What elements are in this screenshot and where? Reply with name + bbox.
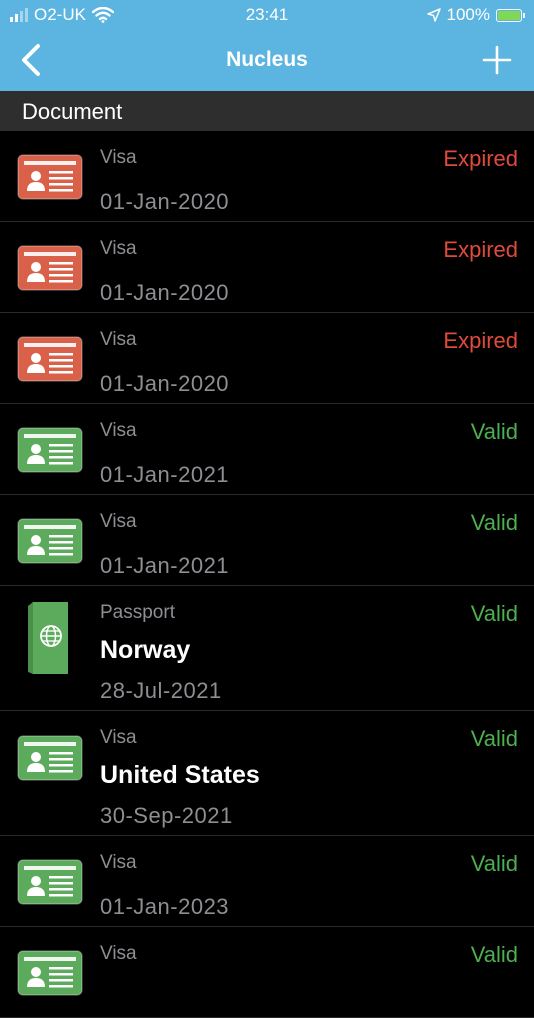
status-label: Valid [470,726,518,751]
status-bar: O2-UK 23:41 100% [0,0,534,30]
status-label: Valid [470,601,518,626]
id-card-icon [17,859,83,910]
document-row[interactable]: Visa Valid [0,927,534,1018]
document-type: Visa [100,852,137,873]
battery-charging-icon [496,8,525,22]
document-type: Visa [100,147,137,168]
document-country: Norway [100,636,191,664]
document-row[interactable]: Visa Valid 01-Jan-2023 [0,836,534,927]
status-label: Valid [470,851,518,876]
passport-icon [24,600,74,681]
status-label: Valid [470,419,518,444]
document-row[interactable]: Visa Expired 01-Jan-2020 [0,131,534,222]
expiry-date: 01-Jan-2023 [100,894,230,919]
document-list: Visa Expired 01-Jan-2020 Visa Expired 01-Jan-… [0,131,534,1018]
status-label: Valid [470,510,518,535]
location-arrow-icon [426,8,441,22]
document-type: Visa [100,943,137,964]
id-card-icon [17,427,83,478]
document-row[interactable]: Visa Expired 01-Jan-2020 [0,313,534,404]
document-type: Visa [100,727,137,748]
expiry-date: 28-Jul-2021 [100,678,222,703]
id-card-icon [17,735,83,786]
section-title: Document [22,99,123,124]
document-row[interactable]: Visa Valid United States 30-Sep-2021 [0,711,534,836]
document-type: Visa [100,329,137,350]
document-type: Visa [100,238,137,259]
document-country: United States [100,761,260,789]
status-label: Valid [470,942,518,967]
expiry-date: 30-Sep-2021 [100,803,233,828]
id-card-icon [17,518,83,569]
document-row[interactable]: Passport Valid Norway 28-Jul-2021 [0,586,534,711]
status-right: 100% [426,5,525,25]
expiry-date: 01-Jan-2020 [100,189,230,214]
nav-bar: Nucleus [0,30,534,91]
status-label: Expired [443,328,518,353]
expiry-date: 01-Jan-2020 [100,371,230,396]
id-card-icon [17,154,83,205]
id-card-icon [17,336,83,387]
document-type: Visa [100,511,137,532]
document-row[interactable]: Visa Valid 01-Jan-2021 [0,495,534,586]
plus-icon[interactable] [482,45,512,75]
document-type: Passport [100,602,175,623]
status-label: Expired [443,237,518,262]
document-row[interactable]: Visa Valid 01-Jan-2021 [0,404,534,495]
document-type: Visa [100,420,137,441]
page-title: Nucleus [226,48,308,71]
status-label: Expired [443,146,518,171]
section-header: Document [0,91,534,131]
battery-percent: 100% [446,5,490,24]
id-card-icon [17,950,83,1001]
expiry-date: 01-Jan-2021 [100,553,230,578]
expiry-date: 01-Jan-2021 [100,462,230,487]
id-card-icon [17,245,83,296]
document-row[interactable]: Visa Expired 01-Jan-2020 [0,222,534,313]
expiry-date: 01-Jan-2020 [100,280,230,305]
